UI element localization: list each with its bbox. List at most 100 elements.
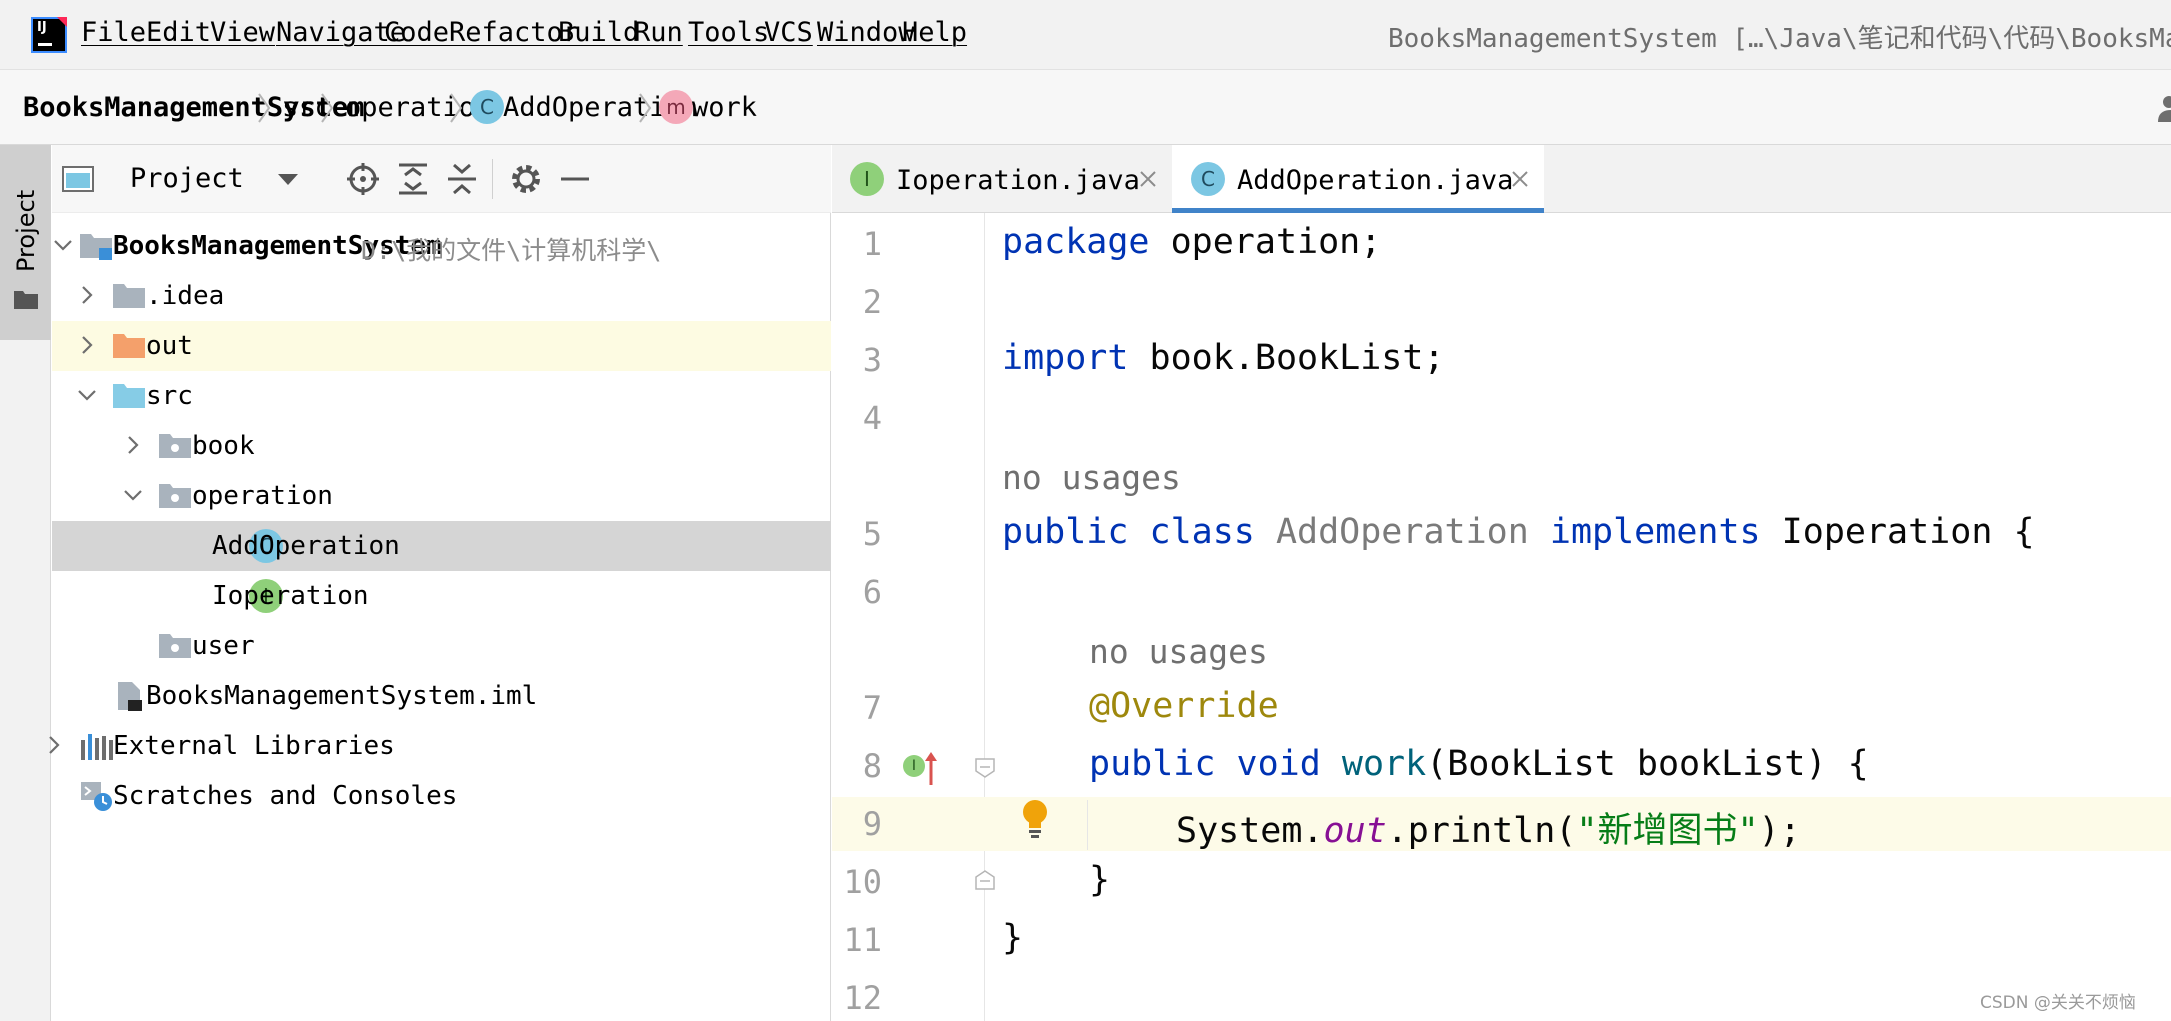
tree-label-external-libraries: External Libraries bbox=[113, 731, 395, 761]
class-icon: C bbox=[470, 90, 504, 124]
project-panel-title[interactable]: Project bbox=[130, 163, 244, 194]
tree-row-ioperation[interactable]: I Ioperation bbox=[52, 571, 831, 621]
tree-label-src: src bbox=[146, 381, 193, 411]
minimize-icon[interactable] bbox=[557, 161, 593, 197]
tree-row-user[interactable]: user bbox=[52, 621, 831, 671]
user-icon[interactable] bbox=[2156, 94, 2171, 122]
usages-hint[interactable]: no usages bbox=[1089, 632, 1268, 671]
line-number: 10 bbox=[843, 863, 882, 901]
chevron-down-icon[interactable] bbox=[76, 384, 98, 406]
keyword-implements: implements bbox=[1528, 512, 1761, 552]
folder-icon bbox=[113, 284, 145, 308]
code-line-5: public class AddOperation implements Iop… bbox=[1002, 512, 2035, 552]
code-text: .println( bbox=[1386, 811, 1577, 851]
intellij-logo-icon[interactable] bbox=[31, 17, 67, 53]
keyword-package: package bbox=[1002, 222, 1150, 262]
chevron-right-icon[interactable] bbox=[43, 734, 65, 756]
gear-icon[interactable] bbox=[508, 161, 544, 197]
usages-hint[interactable]: no usages bbox=[1002, 458, 1181, 497]
tree-label-idea: .idea bbox=[146, 281, 225, 311]
string-literal: "新增图书" bbox=[1576, 811, 1759, 851]
fold-collapse-icon[interactable] bbox=[974, 757, 996, 779]
project-tool-label[interactable]: Project bbox=[12, 190, 40, 272]
scratches-icon bbox=[81, 782, 112, 811]
arrow-up-icon bbox=[925, 752, 937, 785]
menu-window[interactable]: Window bbox=[817, 17, 915, 48]
breadcrumb-separator-icon bbox=[639, 93, 652, 123]
close-icon[interactable] bbox=[1137, 168, 1159, 190]
tree-label-out: out bbox=[146, 331, 193, 361]
code-line-9: System.out.println("新增图书"); bbox=[1176, 802, 1801, 853]
tree-path-root: D:\我的文件\计算机科学\ bbox=[361, 236, 662, 265]
tree-row-root[interactable]: BooksManagementSystem D:\我的文件\计算机科学\ bbox=[52, 221, 831, 271]
class-icon: C bbox=[1191, 162, 1225, 196]
chevron-down-icon[interactable] bbox=[52, 234, 74, 256]
implements-method-icon[interactable]: I bbox=[903, 751, 939, 785]
project-view-icon bbox=[62, 166, 94, 192]
tree-label-operation: operation bbox=[192, 481, 333, 511]
breadcrumb-separator-icon bbox=[450, 93, 463, 123]
menu-file[interactable]: File bbox=[81, 17, 146, 48]
menu-vcs[interactable]: VCS bbox=[764, 17, 813, 48]
tree-row-external-libraries[interactable]: External Libraries bbox=[49, 721, 831, 771]
lightbulb-icon[interactable] bbox=[1018, 798, 1052, 842]
code-editor[interactable] bbox=[986, 213, 2171, 1021]
expand-all-icon[interactable] bbox=[395, 161, 431, 197]
editor-tab-bar: I Ioperation.java C AddOperation.java bbox=[832, 145, 2171, 213]
chevron-right-icon[interactable] bbox=[122, 434, 144, 456]
chevron-down-icon[interactable] bbox=[122, 484, 144, 506]
chevron-down-icon[interactable] bbox=[270, 161, 306, 197]
close-icon[interactable] bbox=[1509, 168, 1531, 190]
excluded-folder-icon bbox=[113, 334, 145, 358]
chevron-right-icon[interactable] bbox=[76, 284, 98, 306]
line-number: 4 bbox=[862, 399, 882, 437]
breadcrumb-separator-icon bbox=[321, 93, 334, 123]
tree-label-scratches: Scratches and Consoles bbox=[113, 781, 458, 811]
menu-run[interactable]: Run bbox=[634, 17, 683, 48]
tree-label-ioperation: Ioperation bbox=[212, 581, 369, 611]
menu-bar: File Edit View Navigate Code Refactor Bu… bbox=[0, 0, 2171, 70]
watermark: CSDN @关关不烦恼 bbox=[1980, 993, 2136, 1013]
class-name: AddOperation bbox=[1254, 512, 1529, 552]
line-number: 12 bbox=[843, 979, 882, 1017]
code-text: Ioperation { bbox=[1760, 512, 2035, 552]
folder-icon bbox=[14, 291, 38, 309]
menu-view[interactable]: View bbox=[210, 17, 275, 48]
tree-row-idea[interactable]: .idea bbox=[52, 271, 831, 321]
menu-code[interactable]: Code bbox=[384, 17, 449, 48]
code-text: ); bbox=[1758, 811, 1801, 851]
keyword-public-class: public class bbox=[1002, 512, 1255, 552]
locate-icon[interactable] bbox=[345, 161, 381, 197]
tree-row-operation[interactable]: operation bbox=[52, 471, 831, 521]
line-number: 9 bbox=[862, 805, 882, 843]
tree-row-iml[interactable]: BooksManagementSystem.iml bbox=[52, 671, 831, 721]
code-line-8: public void work(BookList bookList) { bbox=[1089, 744, 1869, 784]
code-line-1: package operation; bbox=[1002, 222, 1381, 262]
menu-help[interactable]: Help bbox=[902, 17, 967, 48]
tree-row-book[interactable]: book bbox=[52, 421, 831, 471]
menu-tools[interactable]: Tools bbox=[688, 17, 769, 48]
collapse-all-icon[interactable] bbox=[444, 161, 480, 197]
code-text: operation; bbox=[1149, 222, 1382, 262]
module-file-icon bbox=[118, 682, 142, 711]
tree-row-out[interactable]: out bbox=[52, 321, 831, 371]
breadcrumb-separator-icon bbox=[258, 93, 271, 123]
menu-edit[interactable]: Edit bbox=[146, 17, 211, 48]
indent-guide bbox=[1087, 800, 1088, 850]
tab-ioperation[interactable]: I Ioperation.java bbox=[832, 145, 1172, 213]
menu-build[interactable]: Build bbox=[558, 17, 639, 48]
chevron-right-icon[interactable] bbox=[76, 334, 98, 356]
package-icon bbox=[159, 484, 191, 508]
tab-addoperation[interactable]: C AddOperation.java bbox=[1172, 145, 1544, 213]
interface-icon: I bbox=[903, 755, 925, 777]
fold-end-icon[interactable] bbox=[974, 869, 996, 891]
tree-row-scratches[interactable]: Scratches and Consoles bbox=[52, 771, 831, 821]
code-text: book.BookList; bbox=[1128, 338, 1445, 378]
tree-row-addoperation[interactable]: C AddOperation bbox=[52, 521, 831, 571]
breadcrumb-method[interactable]: work bbox=[692, 92, 757, 123]
tab-label: AddOperation.java bbox=[1237, 165, 1514, 196]
window-title: BooksManagementSystem […\Java\笔记和代码\代码\B… bbox=[1388, 24, 2171, 54]
line-number: 2 bbox=[862, 283, 882, 321]
static-field: out bbox=[1323, 811, 1387, 851]
tree-row-src[interactable]: src bbox=[52, 371, 831, 421]
